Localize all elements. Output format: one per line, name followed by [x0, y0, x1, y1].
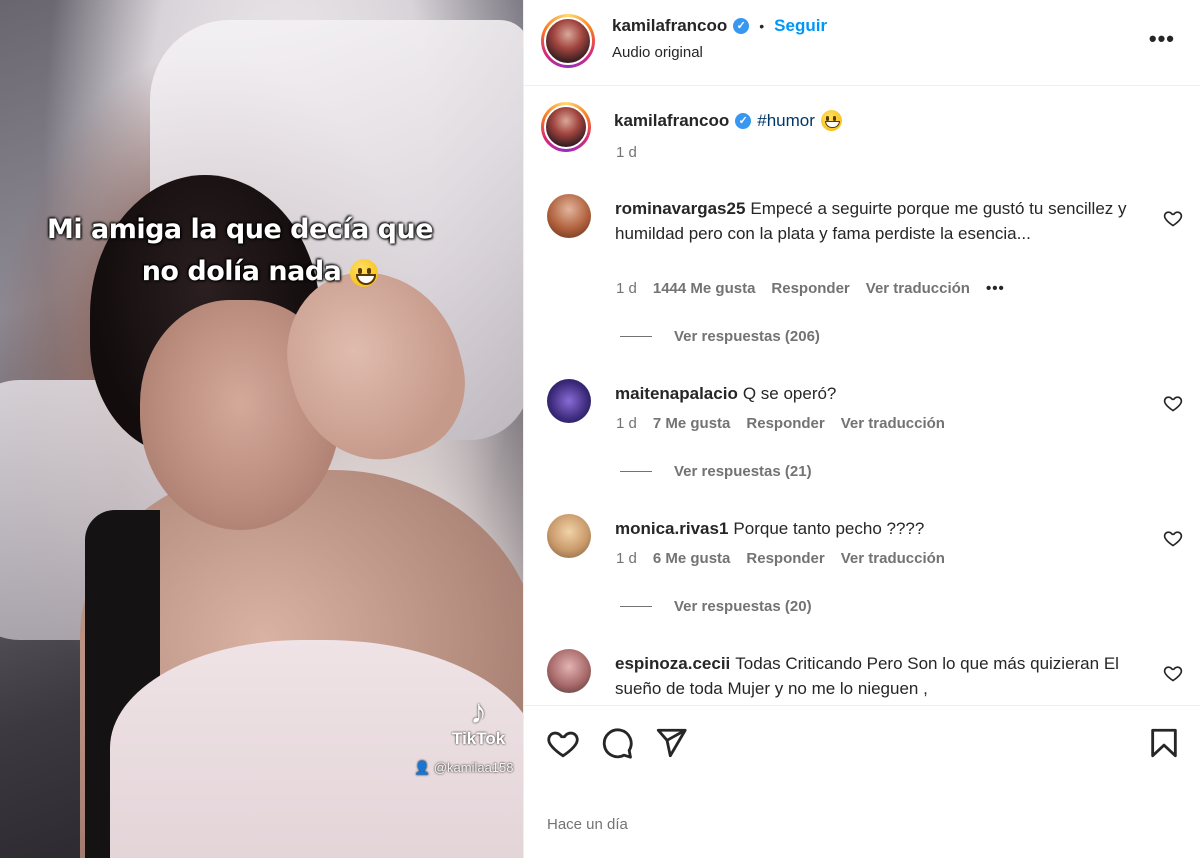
reply-button[interactable]: Responder	[771, 280, 849, 297]
reply-button[interactable]: Responder	[746, 415, 824, 432]
caption-hashtag[interactable]: #humor	[757, 111, 815, 131]
tiktok-username-label: @kamilaa158	[433, 760, 514, 775]
comment-icon[interactable]	[600, 726, 634, 760]
comment-time[interactable]: 1 d	[616, 415, 637, 432]
comment-avatar[interactable]	[547, 379, 591, 423]
comment-avatar[interactable]	[547, 649, 591, 693]
caption-avatar[interactable]	[541, 102, 591, 152]
heart-icon[interactable]	[546, 726, 580, 760]
translate-button[interactable]: Ver traducción	[866, 280, 970, 297]
more-icon[interactable]: •••	[1149, 26, 1175, 52]
follow-button[interactable]: Seguir	[774, 16, 827, 36]
share-icon[interactable]	[654, 726, 688, 760]
comment-username[interactable]: monica.rivas1	[615, 519, 728, 538]
author-avatar[interactable]	[541, 14, 595, 68]
grinning-emoji-icon	[350, 258, 379, 287]
overlay-text-line2: no dolía nada	[20, 256, 500, 287]
post-detail-pane: kamilafrancoo ✓ • Seguir Audio original …	[523, 0, 1200, 858]
translate-button[interactable]: Ver traducción	[841, 415, 945, 432]
comment-meta: 1 d 6 Me gusta Responder Ver traducción	[616, 550, 945, 567]
audio-link[interactable]: Audio original	[612, 44, 703, 61]
media-top	[110, 640, 523, 858]
comment-body: espinoza.cecii Todas Criticando Pero Son …	[615, 651, 1145, 701]
comment-likes[interactable]: 6 Me gusta	[653, 550, 731, 567]
comment-likes[interactable]: 1444 Me gusta	[653, 280, 756, 297]
author-avatar-image	[544, 17, 592, 65]
heart-icon[interactable]	[1163, 393, 1183, 413]
tiktok-username: 👤 @kamilaa158	[414, 760, 514, 776]
tiktok-brand: TikTok	[452, 729, 506, 748]
grinning-emoji-icon	[820, 110, 842, 131]
post-header: kamilafrancoo ✓ • Seguir Audio original …	[524, 0, 1200, 86]
view-replies-label: Ver respuestas (206)	[674, 328, 820, 345]
comments-list[interactable]: rominavargas25 Empecé a seguirte porque m…	[524, 180, 1200, 705]
tiktok-logo-icon: ♪	[470, 693, 488, 731]
translate-button[interactable]: Ver traducción	[841, 550, 945, 567]
separator-dot: •	[759, 18, 765, 34]
comment-username[interactable]: maitenapalacio	[615, 384, 738, 403]
replies-divider	[620, 606, 652, 607]
comment-text: Porque tanto pecho ????	[733, 519, 925, 538]
post-time[interactable]: Hace un día	[547, 816, 628, 833]
replies-divider	[620, 336, 652, 337]
comment-avatar[interactable]	[547, 514, 591, 558]
comment-username[interactable]: rominavargas25	[615, 199, 745, 218]
caption-time[interactable]: 1 d	[616, 144, 637, 161]
caption-text-row: kamilafrancoo ✓ #humor	[614, 110, 842, 131]
replies-divider	[620, 471, 652, 472]
heart-icon[interactable]	[1163, 208, 1183, 228]
comment-likes[interactable]: 7 Me gusta	[653, 415, 731, 432]
comment-meta: 1 d 7 Me gusta Responder Ver traducción	[616, 415, 945, 432]
verified-icon: ✓	[735, 112, 752, 129]
reply-button[interactable]: Responder	[746, 550, 824, 567]
heart-icon[interactable]	[1163, 663, 1183, 683]
view-replies-button[interactable]: Ver respuestas (21)	[620, 463, 812, 480]
caption-avatar-image	[544, 105, 588, 149]
comment-username[interactable]: espinoza.cecii	[615, 654, 730, 673]
comment-body: rominavargas25 Empecé a seguirte porque m…	[615, 196, 1145, 246]
view-replies-label: Ver respuestas (20)	[674, 598, 812, 615]
author-username[interactable]: kamilafrancoo	[612, 16, 727, 36]
overlay-text-line1: Mi amiga la que decía que	[46, 214, 434, 245]
bookmark-icon[interactable]	[1147, 726, 1181, 760]
user-icon: 👤	[414, 760, 431, 775]
comment-text: Q se operó?	[742, 384, 837, 403]
view-replies-label: Ver respuestas (21)	[674, 463, 812, 480]
caption-username[interactable]: kamilafrancoo	[614, 111, 729, 131]
comment-meta: 1 d 1444 Me gusta Responder Ver traducci…	[616, 280, 1005, 297]
tiktok-watermark: ♪ TikTok	[452, 695, 505, 749]
verified-icon: ✓	[733, 18, 750, 34]
comment-body: maitenapalacio Q se operó?	[615, 381, 1145, 406]
header-title-row: kamilafrancoo ✓ • Seguir	[612, 16, 827, 36]
comment-time[interactable]: 1 d	[616, 550, 637, 567]
view-replies-button[interactable]: Ver respuestas (20)	[620, 598, 812, 615]
comment-more-icon[interactable]: •••	[986, 280, 1005, 297]
post-media[interactable]: Mi amiga la que decía que no dolía nada …	[0, 0, 523, 858]
comment-body: monica.rivas1 Porque tanto pecho ????	[615, 516, 1145, 541]
overlay-text-line2-label: no dolía nada	[141, 256, 342, 287]
heart-icon[interactable]	[1163, 528, 1183, 548]
comment-avatar[interactable]	[547, 194, 591, 238]
post-actions-bar	[524, 705, 1200, 783]
comment-time[interactable]: 1 d	[616, 280, 637, 297]
view-replies-button[interactable]: Ver respuestas (206)	[620, 328, 820, 345]
